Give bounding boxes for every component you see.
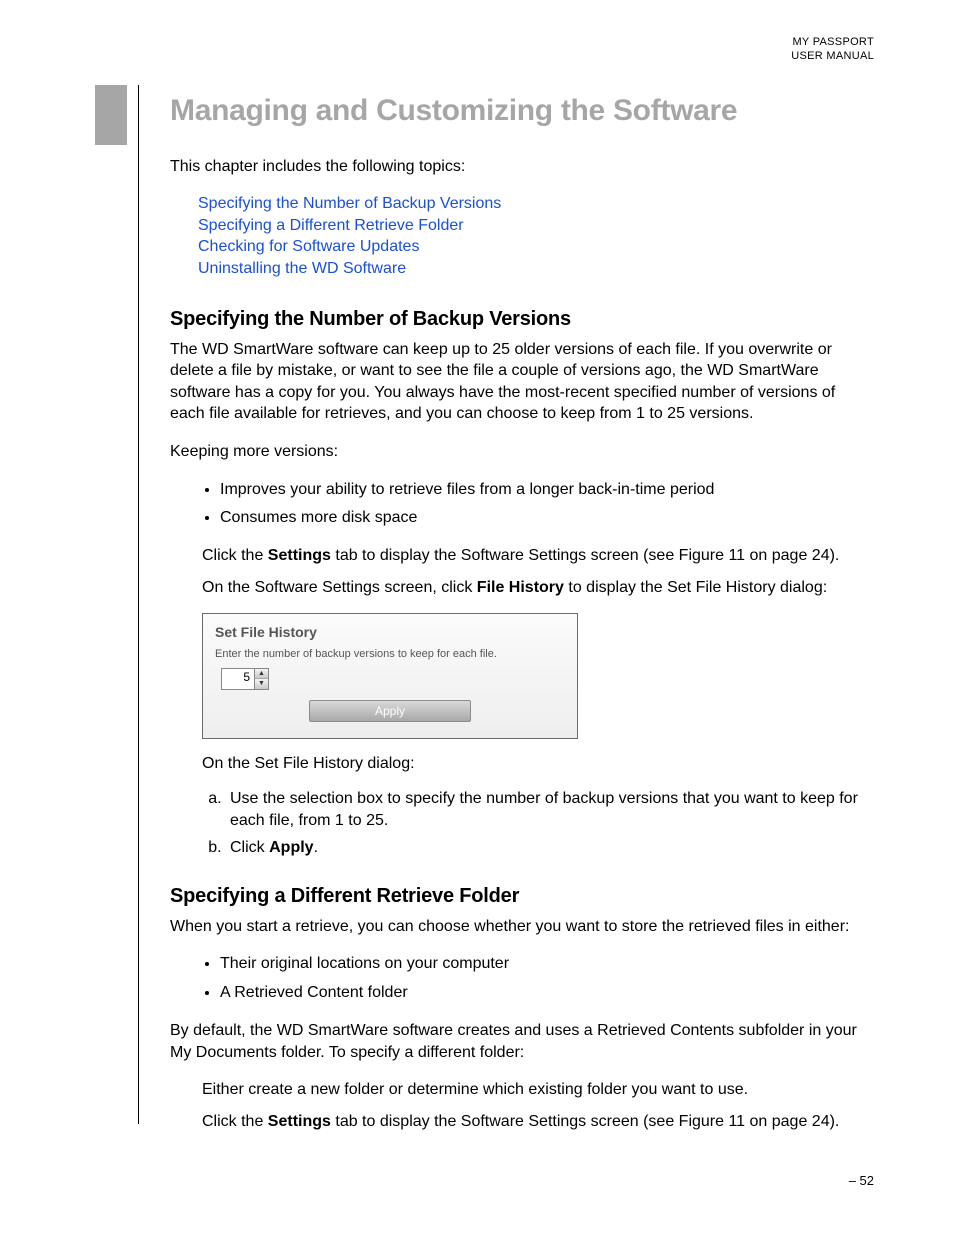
apply-button[interactable]: Apply — [309, 700, 471, 722]
section-heading: Specifying a Different Retrieve Folder — [170, 885, 874, 908]
body-paragraph: On the Software Settings screen, click F… — [202, 577, 874, 599]
versions-value[interactable]: 5 — [222, 669, 254, 689]
chapter-title: Managing and Customizing the Software — [170, 94, 874, 128]
list-item: Use the selection box to specify the num… — [226, 788, 874, 831]
chapter-tab-decoration — [95, 85, 127, 145]
toc-link[interactable]: Specifying a Different Retrieve Folder — [198, 215, 874, 237]
body-paragraph: When you start a retrieve, you can choos… — [170, 916, 874, 938]
section-heading: Specifying the Number of Backup Versions — [170, 308, 874, 331]
intro-paragraph: This chapter includes the following topi… — [170, 156, 874, 178]
body-paragraph: Either create a new folder or determine … — [202, 1079, 874, 1101]
dialog-title: Set File History — [215, 624, 565, 640]
margin-rule — [138, 85, 139, 1124]
toc-link[interactable]: Uninstalling the WD Software — [198, 258, 874, 280]
list-item: A Retrieved Content folder — [220, 982, 874, 1004]
stepper-up-icon[interactable]: ▲ — [255, 669, 268, 680]
body-paragraph: By default, the WD SmartWare software cr… — [170, 1020, 874, 1063]
versions-stepper[interactable]: 5 ▲ ▼ — [221, 668, 269, 690]
body-paragraph: Keeping more versions: — [170, 441, 874, 463]
lettered-list: Use the selection box to specify the num… — [200, 788, 874, 859]
dialog-prompt: Enter the number of backup versions to k… — [215, 648, 565, 660]
list-item: Consumes more disk space — [220, 507, 874, 529]
list-item: Improves your ability to retrieve files … — [220, 479, 874, 501]
set-file-history-dialog: Set File History Enter the number of bac… — [202, 613, 578, 739]
body-paragraph: The WD SmartWare software can keep up to… — [170, 339, 874, 425]
running-header: MY PASSPORT USER MANUAL — [95, 35, 874, 64]
list-item: Click Apply. — [226, 837, 874, 859]
bullet-list: Improves your ability to retrieve files … — [200, 479, 874, 530]
toc-link[interactable]: Checking for Software Updates — [198, 236, 874, 258]
bullet-list: Their original locations on your compute… — [200, 953, 874, 1004]
body-paragraph: Click the Settings tab to display the So… — [202, 545, 874, 567]
topic-links: Specifying the Number of Backup Versions… — [198, 193, 874, 279]
page-number: – 52 — [95, 1173, 874, 1188]
toc-link[interactable]: Specifying the Number of Backup Versions — [198, 193, 874, 215]
body-paragraph: On the Set File History dialog: — [202, 753, 874, 775]
stepper-down-icon[interactable]: ▼ — [255, 679, 268, 689]
body-paragraph: Click the Settings tab to display the So… — [202, 1111, 874, 1133]
list-item: Their original locations on your compute… — [220, 953, 874, 975]
